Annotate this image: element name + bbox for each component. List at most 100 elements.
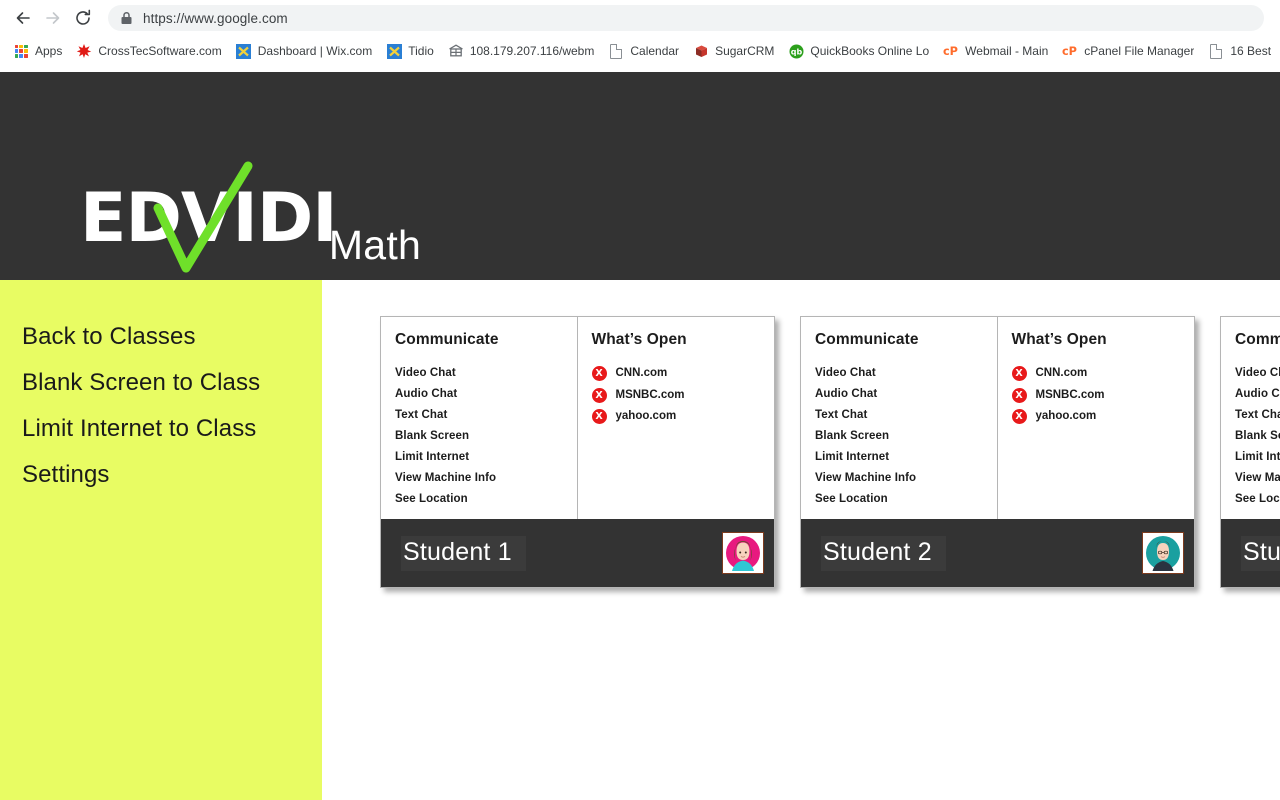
bookmark-label: 108.179.207.116/webm <box>469 44 595 58</box>
app-header: EDVIDI Math <box>0 72 1280 280</box>
communicate-panel: Communicate Video Chat Audio Chat Text C… <box>1221 317 1280 519</box>
whats-open-title: What’s Open <box>1011 331 1107 348</box>
close-site-icon[interactable]: X <box>1011 366 1027 382</box>
browser-toolbar: https://www.google.com <box>0 0 1280 36</box>
bookmark-tidio[interactable]: Tidio <box>379 39 441 63</box>
action-view-machine-info[interactable]: View Machine Info <box>1235 468 1280 489</box>
forward-button[interactable] <box>38 3 68 33</box>
wix-square-icon <box>236 43 252 59</box>
page-title: Math <box>328 222 422 268</box>
student-name: Student 3 <box>1241 535 1280 571</box>
bookmark-crosstecsoftware[interactable]: CrossTecSoftware.com <box>69 39 228 63</box>
open-site-row[interactable]: X yahoo.com <box>591 406 775 428</box>
communicate-title: Communicate <box>1235 331 1280 348</box>
open-site-row[interactable]: X yahoo.com <box>1011 406 1195 428</box>
open-site-row[interactable]: X MSNBC.com <box>1011 385 1195 407</box>
reload-button[interactable] <box>68 3 98 33</box>
quickbooks-circle-icon: qb <box>789 44 804 58</box>
action-video-chat[interactable]: Video Chat <box>1235 363 1280 384</box>
communicate-panel: Communicate Video Chat Audio Chat Text C… <box>801 317 998 519</box>
browser-chrome: https://www.google.com Apps CrossTecSoft… <box>0 0 1280 72</box>
apps-grid-icon <box>13 43 29 59</box>
student-card[interactable]: Communicate Video Chat Audio Chat Text C… <box>800 316 1195 588</box>
arrow-right-icon <box>46 12 60 24</box>
bookmark-label: Apps <box>35 44 63 58</box>
whats-open-panel: What’s Open X CNN.com X MSNBC.com X yaho… <box>998 317 1195 519</box>
bookmark-label: SugarCRM <box>715 44 775 58</box>
crosstec-star-icon <box>77 44 92 58</box>
address-bar[interactable]: https://www.google.com <box>108 5 1264 31</box>
student-card-body: Communicate Video Chat Audio Chat Text C… <box>801 317 1194 519</box>
site-label: CNN.com <box>1035 367 1088 379</box>
bookmark-webmail-ip[interactable]: 108.179.207.116/webm <box>441 39 602 63</box>
address-bar-url: https://www.google.com <box>143 10 288 26</box>
bookmark-webmail-main[interactable]: cP Webmail - Main <box>936 39 1055 63</box>
action-audio-chat[interactable]: Audio Chat <box>1235 384 1280 405</box>
avatar[interactable] <box>722 532 764 574</box>
reload-icon <box>76 9 91 25</box>
close-site-icon[interactable]: X <box>591 366 607 382</box>
close-site-icon[interactable]: X <box>1011 387 1027 403</box>
action-view-machine-info[interactable]: View Machine Info <box>395 468 577 489</box>
bookmark-label: 16 Best <box>1230 44 1272 58</box>
action-video-chat[interactable]: Video Chat <box>395 363 577 384</box>
student-card[interactable]: Communicate Video Chat Audio Chat Text C… <box>380 316 775 588</box>
bookmark-apps[interactable]: Apps <box>6 39 69 63</box>
tidio-square-icon <box>386 43 402 59</box>
open-site-row[interactable]: X CNN.com <box>1011 363 1195 385</box>
communicate-title: Communicate <box>395 331 499 348</box>
student-card[interactable]: Communicate Video Chat Audio Chat Text C… <box>1220 316 1280 588</box>
close-site-icon[interactable]: X <box>591 387 607 403</box>
close-site-icon[interactable]: X <box>1011 409 1027 425</box>
action-text-chat[interactable]: Text Chat <box>395 405 577 426</box>
cpanel-house-icon <box>448 43 464 59</box>
open-site-row[interactable]: X MSNBC.com <box>591 385 775 407</box>
action-see-location[interactable]: See Location <box>815 489 997 510</box>
sidebar-item-limit-internet-to-class[interactable]: Limit Internet to Class <box>0 406 322 452</box>
close-site-icon[interactable]: X <box>591 409 607 425</box>
bookmark-quickbooks[interactable]: qb QuickBooks Online Lo <box>781 39 936 63</box>
cpanel-cp-icon: cP <box>943 43 959 59</box>
action-limit-internet[interactable]: Limit Internet <box>395 447 577 468</box>
action-audio-chat[interactable]: Audio Chat <box>815 384 997 405</box>
action-limit-internet[interactable]: Limit Internet <box>815 447 997 468</box>
action-text-chat[interactable]: Text Chat <box>1235 405 1280 426</box>
sidebar-item-blank-screen-to-class[interactable]: Blank Screen to Class <box>0 360 322 406</box>
sidebar-item-back-to-classes[interactable]: Back to Classes <box>0 314 322 360</box>
bookmark-sugarcrm[interactable]: SugarCRM <box>686 39 781 63</box>
site-label: CNN.com <box>615 367 668 379</box>
sidebar: Back to Classes Blank Screen to Class Li… <box>0 280 322 800</box>
site-label: MSNBC.com <box>615 388 685 401</box>
sidebar-item-settings[interactable]: Settings <box>0 452 322 498</box>
main-content: Communicate Video Chat Audio Chat Text C… <box>322 280 1280 800</box>
cpanel-cp-icon: cP <box>1062 45 1077 58</box>
open-site-row[interactable]: X CNN.com <box>591 363 775 385</box>
avatar[interactable] <box>1142 532 1184 574</box>
bookmark-cpanel-file-manager[interactable]: cP cPanel File Manager <box>1055 39 1201 63</box>
tidio-square-icon <box>386 43 402 59</box>
action-blank-screen[interactable]: Blank Screen <box>815 426 997 447</box>
action-text-chat[interactable]: Text Chat <box>815 405 997 426</box>
action-view-machine-info[interactable]: View Machine Info <box>815 468 997 489</box>
bookmark-label: QuickBooks Online Lo <box>810 44 930 58</box>
page-icon <box>1208 43 1224 59</box>
bookmark-16-best[interactable]: 16 Best <box>1201 39 1278 63</box>
action-see-location[interactable]: See Location <box>1235 489 1280 510</box>
svg-text:cP: cP <box>1062 45 1077 58</box>
action-video-chat[interactable]: Video Chat <box>815 363 997 384</box>
action-audio-chat[interactable]: Audio Chat <box>395 384 577 405</box>
arrow-left-icon <box>16 12 30 24</box>
svg-text:qb: qb <box>791 47 803 56</box>
bookmark-wix-dashboard[interactable]: Dashboard | Wix.com <box>229 39 380 63</box>
cpanel-house-icon <box>448 44 463 57</box>
action-limit-internet[interactable]: Limit Internet <box>1235 447 1280 468</box>
action-see-location[interactable]: See Location <box>395 489 577 510</box>
wix-square-icon <box>236 43 252 59</box>
student-card-footer: Student 3 <box>1221 519 1280 587</box>
svg-text:cP: cP <box>943 45 958 58</box>
action-blank-screen[interactable]: Blank Screen <box>1235 426 1280 447</box>
action-blank-screen[interactable]: Blank Screen <box>395 426 577 447</box>
bookmark-calendar[interactable]: Calendar <box>601 39 686 63</box>
back-button[interactable] <box>8 3 38 33</box>
female-avatar-icon <box>726 536 760 571</box>
